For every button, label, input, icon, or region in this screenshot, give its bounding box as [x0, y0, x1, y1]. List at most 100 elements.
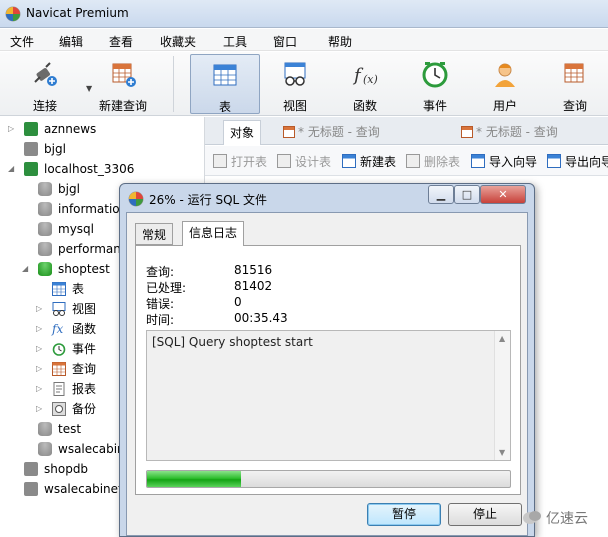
tab-objects[interactable]: 对象 [223, 120, 262, 145]
watermark-text: 亿速云 [546, 511, 588, 527]
expand-arrow-icon[interactable]: ▷ [36, 399, 46, 419]
pause-button[interactable]: 暂停 [367, 503, 441, 526]
menu-file[interactable]: 文件 [10, 33, 34, 50]
new-query-button[interactable]: 新建查询 [90, 54, 156, 114]
table-button[interactable]: 表 [190, 54, 260, 114]
expand-arrow-icon[interactable]: ▷ [8, 119, 18, 139]
delete-table-icon [406, 154, 420, 168]
menu-window[interactable]: 窗口 [273, 33, 297, 50]
view-button[interactable]: 视图 [262, 54, 328, 114]
processed-value: 81402 [234, 279, 273, 293]
tree-item-aznnews[interactable]: ▷ aznnews [0, 119, 200, 139]
export-icon [547, 154, 561, 168]
view-icon [52, 302, 66, 316]
menu-favorites[interactable]: 收藏夹 [160, 33, 196, 50]
query-tab-icon [283, 126, 295, 138]
app-title: Navicat Premium [26, 6, 129, 20]
table-icon [52, 282, 66, 296]
function-button[interactable]: f (x) 函数 [332, 54, 398, 114]
expand-arrow-icon[interactable]: ▷ [36, 359, 46, 379]
expand-arrow-icon[interactable]: ▷ [36, 379, 46, 399]
connect-button[interactable]: 连接 ▼ [10, 54, 92, 114]
log-textbox[interactable]: [SQL] Query shoptest start ▲ ▼ [146, 330, 511, 461]
menu-edit[interactable]: 编辑 [59, 33, 83, 50]
document-tabs: 对象 * 无标题 - 查询 * 无标题 - 查询 [205, 117, 608, 145]
log-scrollbar[interactable]: ▲ ▼ [494, 331, 510, 460]
errors-label: 错误: [146, 297, 175, 311]
tree-item-label: bjgl [58, 182, 80, 196]
run-sql-dialog: 26% - 运行 SQL 文件 ▁ □ ✕ 常规 信息日志 查询: 81516 … [119, 183, 535, 537]
new-table-button[interactable]: 新建表 [342, 153, 396, 170]
query-button[interactable]: 查询 [542, 54, 608, 114]
minimize-button[interactable]: ▁ [428, 185, 454, 204]
tab-untitled-query-2[interactable]: * 无标题 - 查询 [455, 120, 564, 145]
delete-table-label: 删除表 [424, 155, 461, 169]
menu-bar: 文件 编辑 查看 收藏夹 工具 窗口 帮助 [0, 29, 608, 51]
connection-icon [24, 162, 38, 176]
new-query-label: 新建查询 [98, 99, 147, 113]
database-icon [38, 222, 52, 236]
event-button[interactable]: 事件 [402, 54, 468, 114]
open-table-button[interactable]: 打开表 [213, 153, 267, 170]
user-button[interactable]: 用户 [472, 54, 538, 114]
query-tab-icon [461, 126, 473, 138]
database-icon [38, 202, 52, 216]
import-icon [471, 154, 485, 168]
design-table-button[interactable]: 设计表 [277, 153, 331, 170]
export-wizard-button[interactable]: 导出向导 [547, 153, 608, 170]
tree-item-label: localhost_3306 [44, 162, 135, 176]
tree-item-label: 函数 [72, 322, 97, 336]
tab-untitled-query-1[interactable]: * 无标题 - 查询 [277, 120, 386, 145]
tab-label: * 无标题 - 查询 [298, 125, 380, 139]
clock-icon [52, 343, 66, 356]
query-label: 查询 [562, 99, 587, 113]
tree-item-label: 报表 [72, 382, 97, 396]
collapse-arrow-icon[interactable]: ◢ [22, 259, 32, 279]
scroll-down-icon[interactable]: ▼ [499, 448, 505, 457]
menu-view[interactable]: 查看 [109, 33, 133, 50]
import-wizard-label: 导入向导 [489, 155, 538, 169]
tree-item-localhost[interactable]: ◢ localhost_3306 [0, 159, 200, 179]
view-icon [284, 62, 306, 86]
expand-arrow-icon[interactable]: ▷ [36, 299, 46, 319]
tree-item-bjgl-connection[interactable]: bjgl [0, 139, 200, 159]
table-icon [213, 64, 237, 86]
open-table-label: 打开表 [231, 155, 268, 169]
function-icon: fx [52, 322, 64, 336]
report-icon [53, 382, 65, 396]
expand-arrow-icon[interactable]: ▷ [36, 319, 46, 339]
minimize-icon: ▁ [436, 188, 446, 201]
tab-general[interactable]: 常规 [135, 223, 174, 245]
tab-info-log[interactable]: 信息日志 [182, 221, 245, 246]
close-button[interactable]: ✕ [480, 185, 526, 204]
progress-bar [146, 470, 511, 488]
tree-item-label: 视图 [72, 302, 97, 316]
menu-help[interactable]: 帮助 [328, 33, 352, 50]
scroll-up-icon[interactable]: ▲ [499, 334, 505, 343]
tree-item-label: mysql [58, 222, 94, 236]
import-wizard-button[interactable]: 导入向导 [471, 153, 537, 170]
menu-tools[interactable]: 工具 [223, 33, 247, 50]
toolbar-separator [173, 56, 174, 112]
expand-arrow-icon[interactable]: ▷ [36, 339, 46, 359]
database-icon [38, 242, 52, 256]
tab-label: * 无标题 - 查询 [476, 125, 558, 139]
export-wizard-label: 导出向导 [565, 155, 608, 169]
dialog-title-bar: 26% - 运行 SQL 文件 ▁ □ ✕ [120, 184, 534, 212]
backup-icon [52, 402, 66, 416]
view-label: 视图 [282, 99, 307, 113]
database-icon [38, 442, 52, 456]
tree-item-label: aznnews [44, 122, 97, 136]
errors-value: 0 [234, 295, 242, 309]
tree-item-label: wsalecabin [58, 442, 125, 456]
time-value: 00:35.43 [234, 311, 288, 325]
processed-label: 已处理: [146, 281, 187, 295]
stop-button[interactable]: 停止 [448, 503, 522, 526]
collapse-arrow-icon[interactable]: ◢ [8, 159, 18, 179]
database-icon [38, 262, 52, 276]
svg-text:(x): (x) [363, 73, 378, 86]
navicat-logo-icon [128, 191, 144, 207]
new-table-icon [342, 154, 356, 168]
maximize-button[interactable]: □ [454, 185, 480, 204]
delete-table-button[interactable]: 删除表 [406, 153, 460, 170]
